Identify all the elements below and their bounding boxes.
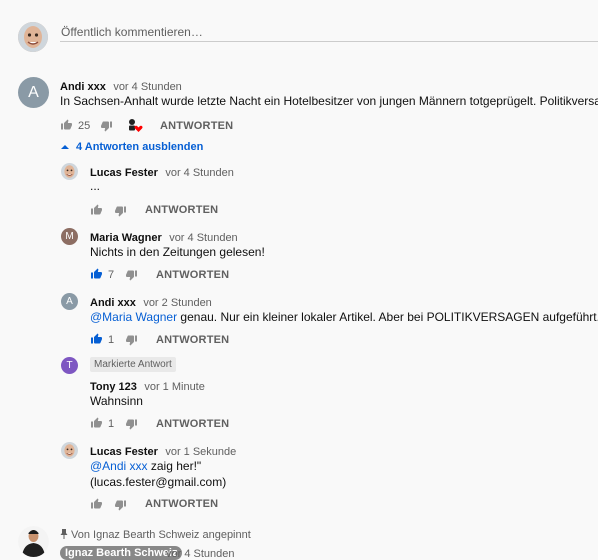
reply-author[interactable]: Tony 123 <box>90 381 137 393</box>
reply-author[interactable]: Lucas Fester <box>90 167 158 179</box>
thumb-up-active-icon[interactable] <box>90 333 103 345</box>
thumb-up-icon[interactable] <box>90 204 103 216</box>
reply-text-body: genau. Nur ein kleiner lokaler Artikel. … <box>177 310 598 324</box>
reply-button[interactable]: ANTWORTEN <box>145 204 218 216</box>
face-avatar-icon <box>61 442 78 459</box>
person-avatar-icon <box>18 526 49 557</box>
reply-avatar: M <box>61 228 78 245</box>
reply-avatar: A <box>61 293 78 310</box>
thumb-down-icon[interactable] <box>125 269 138 281</box>
thumb-down-icon[interactable] <box>114 499 127 511</box>
pin-icon <box>60 529 68 539</box>
mention-link[interactable]: @Maria Wagner <box>90 310 177 324</box>
face-avatar-icon <box>61 163 78 180</box>
comment-input[interactable]: Öffentlich kommentieren… <box>61 24 203 40</box>
thumb-down-icon[interactable] <box>125 418 138 430</box>
avatar-letter: A <box>66 296 73 307</box>
like-count: 25 <box>78 120 91 132</box>
face-avatar-icon <box>18 22 48 52</box>
avatar-letter: A <box>28 83 39 101</box>
like-count: 1 <box>108 418 115 430</box>
reply-author[interactable]: Lucas Fester <box>90 446 158 458</box>
reply-text: ... <box>90 179 101 193</box>
pinned-label: Von Ignaz Bearth Schweiz angepinnt <box>71 529 251 541</box>
like-count: 1 <box>108 334 115 346</box>
pinned-avatar <box>18 526 49 557</box>
like-count: 7 <box>108 269 115 281</box>
mention-link[interactable]: @Andi xxx <box>90 459 148 473</box>
comment-time[interactable]: vor 4 Stunden <box>113 81 182 93</box>
reply-button[interactable]: ANTWORTEN <box>156 269 229 281</box>
reply-author[interactable]: Maria Wagner <box>90 232 162 244</box>
reply-time[interactable]: vor 4 Stunden <box>169 232 238 244</box>
reply-author[interactable]: Andi xxx <box>90 297 136 309</box>
reply-text-line2: (lucas.fester@gmail.com) <box>90 475 227 489</box>
thumb-down-icon[interactable] <box>114 205 127 217</box>
reply-text: @Maria Wagner genau. Nur ein kleiner lok… <box>90 309 598 325</box>
avatar-letter: M <box>65 231 74 242</box>
reply-text-body: zaig her!" <box>147 459 202 473</box>
reply-text: Nichts in den Zeitungen gelesen! <box>90 245 265 259</box>
hide-replies-button[interactable]: 4 Antworten ausblenden <box>76 141 203 153</box>
reply-avatar <box>61 163 78 180</box>
reply-button[interactable]: ANTWORTEN <box>156 334 229 346</box>
reply-header: Lucas Fester vor 4 Stunden <box>90 163 234 181</box>
reply-text: @Andi xxx zaig her!" <box>90 458 201 474</box>
thumb-down-icon[interactable] <box>125 334 138 346</box>
reply-time[interactable]: vor 2 Stunden <box>143 297 212 309</box>
thumb-up-icon[interactable] <box>60 119 73 131</box>
pinned-time[interactable]: vor 4 Stunden <box>166 548 235 560</box>
creator-heart-icon <box>129 119 143 132</box>
reply-time[interactable]: vor 1 Sekunde <box>165 446 236 458</box>
reply-button[interactable]: ANTWORTEN <box>145 498 218 510</box>
thumb-up-icon[interactable] <box>90 498 103 510</box>
comment-text: In Sachsen-Anhalt wurde letzte Nacht ein… <box>60 94 598 108</box>
reply-time[interactable]: vor 1 Minute <box>144 381 205 393</box>
avatar-letter: T <box>66 360 73 371</box>
thumb-up-active-icon[interactable] <box>90 268 103 280</box>
caret-up-icon[interactable] <box>61 144 69 150</box>
reply-avatar: T <box>61 357 78 374</box>
thumb-down-icon[interactable] <box>100 120 113 132</box>
comment-avatar: A <box>18 77 49 108</box>
user-avatar <box>18 22 48 52</box>
comment-input-underline <box>60 41 598 42</box>
comment-author[interactable]: Andi xxx <box>60 81 106 93</box>
channel-owner-badge[interactable]: Ignaz Bearth Schweiz <box>60 546 183 560</box>
highlighted-reply-badge: Markierte Antwort <box>90 357 176 372</box>
thumb-up-icon[interactable] <box>90 417 103 429</box>
reply-button[interactable]: ANTWORTEN <box>156 418 229 430</box>
reply-time[interactable]: vor 4 Stunden <box>165 167 234 179</box>
reply-button[interactable]: ANTWORTEN <box>160 120 233 132</box>
reply-text: Wahnsinn <box>90 394 143 408</box>
reply-avatar <box>61 442 78 459</box>
